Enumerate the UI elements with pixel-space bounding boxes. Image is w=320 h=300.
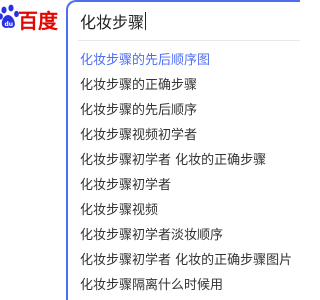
suggestion-item[interactable]: 化妆步骤初学者 <box>68 173 300 198</box>
suggestion-dropdown: 化妆步骤的先后顺序图 化妆步骤的正确步骤 化妆步骤的先后顺序 化妆步骤视频初学者… <box>66 40 300 300</box>
baidu-logo[interactable]: du 百度 <box>0 4 60 33</box>
suggestion-item[interactable]: 化妆步骤初学者 化妆的正确步骤图片 <box>68 248 300 273</box>
suggestion-list: 化妆步骤的先后顺序图 化妆步骤的正确步骤 化妆步骤的先后顺序 化妆步骤视频初学者… <box>68 48 300 298</box>
dropdown-divider <box>78 40 300 41</box>
suggestion-item[interactable]: 化妆步骤的先后顺序 <box>68 98 300 123</box>
search-input[interactable]: 化妆步骤 <box>66 0 300 40</box>
baidu-paw-icon: du <box>0 4 19 28</box>
svg-text:du: du <box>5 21 14 28</box>
suggestion-item[interactable]: 化妆步骤的先后顺序图 <box>68 48 300 73</box>
suggestion-item[interactable]: 化妆步骤的正确步骤 <box>68 73 300 98</box>
logo-text: 百度 <box>18 9 58 33</box>
suggestion-item[interactable]: 化妆步骤初学者 化妆的正确步骤 <box>68 148 300 173</box>
text-caret <box>145 12 147 30</box>
suggestion-item[interactable]: 化妆步骤初学者淡妆顺序 <box>68 223 300 248</box>
baidu-search-page: du 百度 化妆步骤 化妆步骤的先后顺序图 化妆步骤的正确步骤 化妆步骤的先后顺… <box>0 0 300 300</box>
suggestion-item[interactable]: 化妆步骤隔离什么时候用 <box>68 273 300 298</box>
suggestion-item[interactable]: 化妆步骤视频初学者 <box>68 123 300 148</box>
suggestion-item[interactable]: 化妆步骤视频 <box>68 198 300 223</box>
search-input-value: 化妆步骤 <box>80 13 145 32</box>
